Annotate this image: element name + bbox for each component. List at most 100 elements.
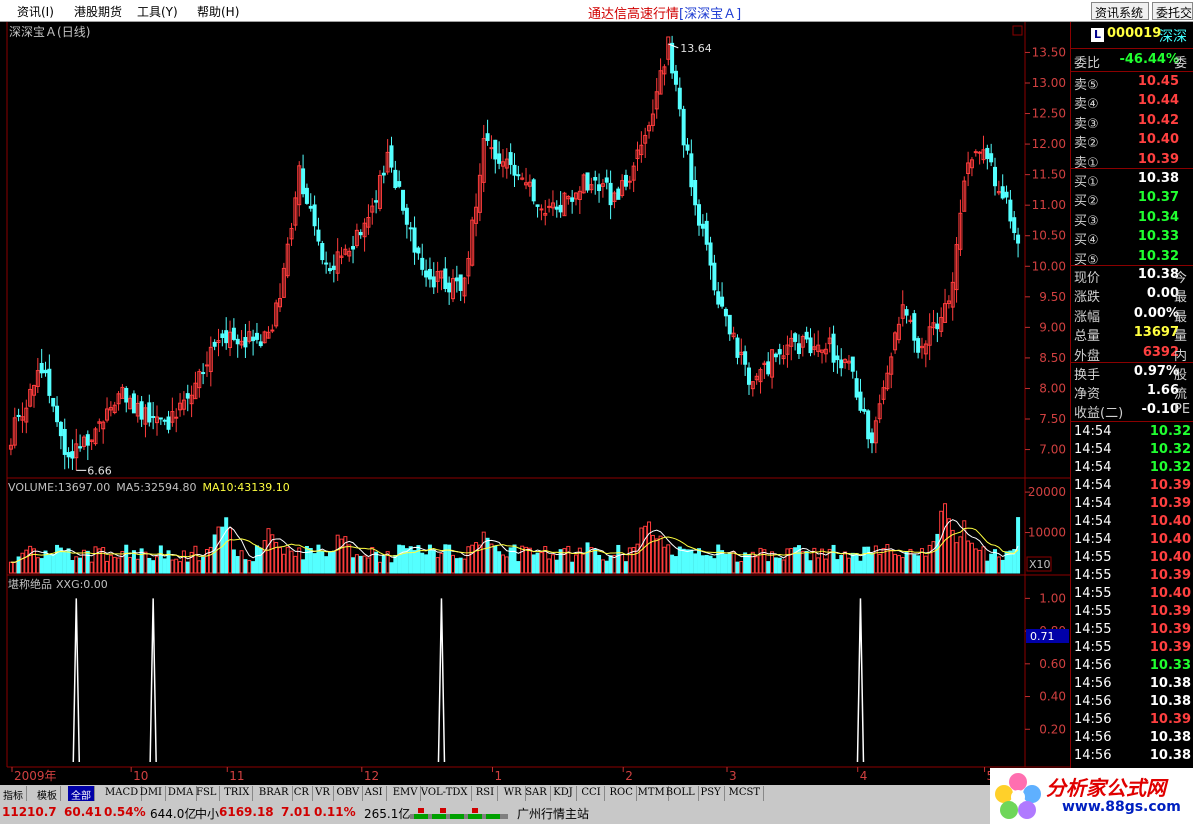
tick-row-value: 10.38: [1149, 748, 1191, 763]
tick-row-value: 10.32: [1149, 460, 1191, 475]
candle-body: [681, 108, 686, 146]
candle-body: [424, 270, 429, 278]
menu-item-info[interactable]: 资讯(I): [17, 3, 54, 20]
sz-amount: 265.1亿: [364, 807, 411, 821]
candle-body: [447, 282, 452, 293]
tick-row-value: 10.32: [1149, 424, 1191, 439]
tab-vr[interactable]: VR: [312, 786, 334, 801]
candle-body: [431, 276, 436, 288]
tick-row-label: 14:54: [1074, 460, 1112, 475]
candle-body: [554, 206, 559, 210]
tick-row-value: 10.38: [1149, 730, 1191, 745]
tab-psy[interactable]: PSY: [698, 786, 725, 801]
volume-bar: [616, 544, 621, 574]
volume-bar: [158, 545, 163, 574]
sz-pct: 0.11%: [314, 805, 356, 819]
tab-boll[interactable]: BOLL: [663, 786, 699, 801]
stat-row: 涨跌 0.00 最: [1074, 286, 1193, 305]
volume-bar: [597, 554, 602, 574]
tab-cr[interactable]: CR: [291, 786, 313, 801]
candle-body: [746, 367, 751, 385]
volume-bar: [1016, 517, 1021, 574]
time-tick-label: 2009年: [14, 769, 57, 783]
volume-bar: [485, 537, 490, 574]
candle-body: [712, 262, 717, 291]
tick-row-label: 14:56: [1074, 676, 1112, 691]
market-strength-icon: [410, 808, 508, 819]
candle-body: [62, 428, 67, 455]
volume-bar: [85, 550, 90, 574]
candle-body: [670, 42, 675, 74]
volume-bar: [746, 554, 751, 574]
volume-bar: [935, 533, 940, 574]
candle-body: [727, 314, 732, 335]
volume-bar: [458, 557, 463, 574]
candle-body: [78, 446, 83, 449]
high-label: 13.64: [680, 42, 712, 55]
stat-row-value: 13697: [1133, 325, 1179, 341]
volume-bar: [700, 555, 705, 574]
volume-bar: [431, 549, 436, 574]
tick-row-label: 14:55: [1074, 586, 1112, 601]
candle-body: [608, 182, 613, 206]
sz-change: 7.01: [281, 805, 311, 819]
bid-row: 买③ 10.34: [1074, 210, 1193, 229]
sh-amount: 644.0亿: [150, 807, 197, 821]
tab-kdj[interactable]: KDJ: [550, 786, 577, 801]
tick-row: 14:56 10.38: [1074, 694, 1193, 712]
menu-item-tools[interactable]: 工具(Y): [137, 3, 178, 20]
stat2-row: 换手 0.97% 股: [1074, 364, 1193, 383]
menu-item-help[interactable]: 帮助(H): [197, 3, 239, 20]
tab-全部[interactable]: 全部: [68, 786, 95, 802]
candle-body: [312, 204, 317, 227]
volume-bar: [704, 554, 709, 574]
tab-fsl[interactable]: FSL: [193, 786, 221, 801]
candle-body: [351, 246, 356, 250]
info-system-button[interactable]: 资讯系统: [1091, 2, 1149, 20]
tab-trix[interactable]: TRIX: [221, 786, 254, 801]
candle-body: [1012, 217, 1017, 234]
tab-roc[interactable]: ROC: [607, 786, 637, 801]
tab-sar[interactable]: SAR: [522, 786, 551, 801]
candle-body: [47, 368, 52, 396]
tab-rsi[interactable]: RSI: [473, 786, 499, 801]
tab-asi[interactable]: ASI: [362, 786, 387, 801]
ask-row-label: 卖④: [1074, 97, 1099, 113]
time-tick-label: 12: [364, 769, 379, 783]
tab-cci[interactable]: CCI: [578, 786, 605, 801]
candle-body: [985, 147, 990, 160]
ask-row: 卖④ 10.44: [1074, 93, 1193, 113]
candle-body: [185, 393, 190, 399]
candle-body: [204, 364, 209, 367]
tab-模板[interactable]: 模板: [34, 786, 61, 802]
candle-body: [151, 416, 156, 419]
candle-body: [158, 417, 163, 420]
ask-row: 卖① 10.39: [1074, 152, 1193, 171]
tab-mcst[interactable]: MCST: [726, 786, 765, 801]
tab-dmi[interactable]: DMI: [137, 786, 167, 801]
menu-item-hk-futures[interactable]: 港股期货: [74, 3, 122, 20]
tab-emv[interactable]: EMV: [390, 786, 422, 801]
tab-vol-tdx[interactable]: VOL-TDX: [418, 786, 472, 801]
trade-button[interactable]: 委托交: [1152, 2, 1193, 20]
tick-row-label: 14:54: [1074, 442, 1112, 457]
tick-row-value: 10.40: [1149, 550, 1191, 565]
tick-row-value: 10.39: [1149, 568, 1191, 583]
price-tick-label: 11.00: [1032, 198, 1066, 212]
tab-obv[interactable]: OBV: [334, 786, 364, 801]
candle-body: [796, 343, 801, 355]
tick-row-value: 10.40: [1149, 532, 1191, 547]
ask-row: 卖③ 10.42: [1074, 113, 1193, 132]
tab-指标[interactable]: 指标: [0, 786, 27, 802]
candle-body: [531, 179, 536, 202]
candle-body: [327, 268, 332, 272]
candle-body: [358, 231, 363, 236]
time-tick-label: 1: [495, 769, 503, 783]
volume-bar: [231, 549, 236, 574]
chart-area[interactable]: 深深宝Ａ(日线) 13.5013.0012.5012.0011.5011.001…: [0, 22, 1070, 785]
tick-row: 14:56 10.39: [1074, 712, 1193, 730]
volume-bar: [327, 551, 332, 574]
volume-bar: [870, 552, 875, 574]
tab-brar[interactable]: BRAR: [256, 786, 293, 801]
price-tick-label: 12.50: [1032, 107, 1066, 121]
